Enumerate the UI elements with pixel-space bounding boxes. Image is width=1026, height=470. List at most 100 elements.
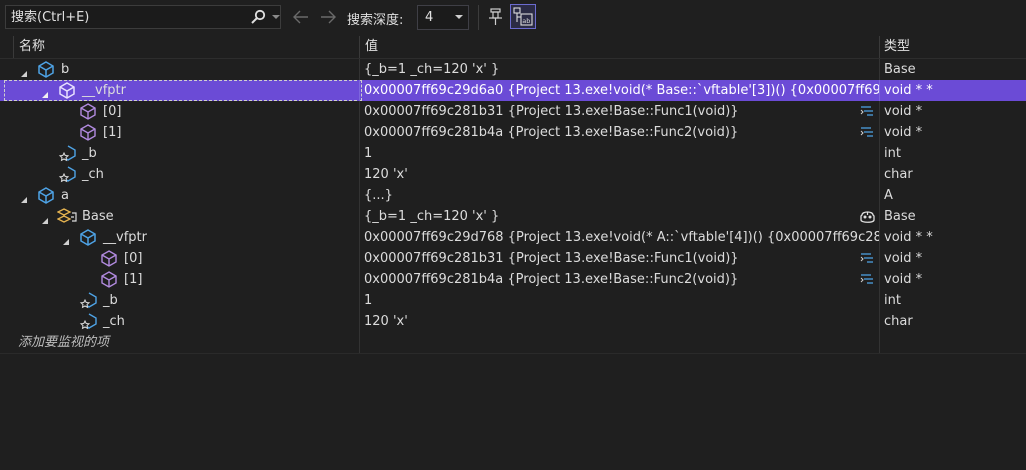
collapse-triangle-icon[interactable] bbox=[41, 212, 50, 224]
type-cell: void * bbox=[884, 251, 923, 266]
watch-row[interactable]: a {...} A bbox=[0, 185, 1026, 206]
hex-display-icon[interactable]: ab bbox=[510, 4, 536, 29]
view-visualizer-icon[interactable] bbox=[859, 125, 875, 140]
name-cell: __vfptr bbox=[4, 80, 362, 101]
row-name: b bbox=[61, 62, 70, 77]
column-header-value[interactable]: 值 bbox=[365, 36, 378, 58]
name-cell: [1] bbox=[0, 269, 359, 290]
value-cell[interactable]: 1 bbox=[360, 143, 879, 164]
field-icon bbox=[58, 145, 76, 162]
row-name: _b bbox=[103, 293, 118, 308]
watch-row[interactable]: [1] 0x00007ff69c281b4a {Project 13.exe!B… bbox=[0, 122, 1026, 143]
type-cell: void * * bbox=[884, 83, 933, 98]
value-cell[interactable]: 0x00007ff69c281b4a {Project 13.exe!Base:… bbox=[360, 269, 879, 290]
add-watch-row[interactable]: 添加要监视的项 bbox=[0, 332, 1026, 353]
watch-toolbar: 搜索深度: 4 ab bbox=[0, 0, 1026, 36]
value-cell[interactable]: 0x00007ff69c281b31 {Project 13.exe!Base:… bbox=[360, 248, 879, 269]
pin-icon[interactable] bbox=[485, 5, 507, 29]
search-depth-value: 4 bbox=[425, 10, 434, 25]
type-cell: void * bbox=[884, 104, 923, 119]
value-cell[interactable]: {_b=1 _ch=120 'x' } bbox=[360, 59, 879, 80]
arrow-left-icon[interactable] bbox=[291, 8, 311, 30]
value-cell[interactable]: 0x00007ff69c281b31 {Project 13.exe!Base:… bbox=[360, 101, 879, 122]
row-name: _ch bbox=[103, 314, 125, 329]
view-visualizer-icon[interactable] bbox=[859, 272, 875, 287]
row-name: a bbox=[61, 188, 69, 203]
row-name: [1] bbox=[103, 125, 122, 140]
value-cell[interactable]: 0x00007ff69c281b4a {Project 13.exe!Base:… bbox=[360, 122, 879, 143]
row-name: _ch bbox=[82, 167, 104, 182]
name-cell: b bbox=[0, 59, 359, 80]
type-cell: int bbox=[884, 146, 901, 161]
watch-row[interactable]: _ch 120 'x' char bbox=[0, 164, 1026, 185]
search-options-chevron-icon[interactable] bbox=[270, 10, 282, 24]
row-name: [0] bbox=[124, 251, 143, 266]
chevron-down-icon bbox=[454, 10, 464, 24]
name-cell: [0] bbox=[0, 248, 359, 269]
name-cell: _b bbox=[0, 143, 359, 164]
value-cell[interactable]: 0x00007ff69c29d768 {Project 13.exe!void(… bbox=[360, 227, 879, 248]
row-name: _b bbox=[82, 146, 97, 161]
collapse-triangle-icon[interactable] bbox=[20, 191, 29, 203]
row-name: __vfptr bbox=[103, 230, 147, 245]
type-cell: void * * bbox=[884, 230, 933, 245]
value-cell[interactable]: {_b=1 _ch=120 'x' } bbox=[360, 206, 879, 227]
column-header-type[interactable]: 类型 bbox=[884, 36, 910, 58]
value-cell[interactable]: {...} bbox=[360, 185, 879, 206]
type-cell: Base bbox=[884, 62, 916, 77]
watch-row[interactable]: [0] 0x00007ff69c281b31 {Project 13.exe!B… bbox=[0, 248, 1026, 269]
value-cell[interactable]: 120 'x' bbox=[360, 164, 879, 185]
element-cube-icon bbox=[100, 250, 118, 267]
watch-row[interactable]: [0] 0x00007ff69c281b31 {Project 13.exe!B… bbox=[0, 101, 1026, 122]
watch-row[interactable]: __vfptr 0x00007ff69c29d768 {Project 13.e… bbox=[0, 227, 1026, 248]
collapse-triangle-icon[interactable] bbox=[20, 65, 29, 77]
column-header-name[interactable]: 名称 bbox=[19, 36, 45, 58]
add-watch-input[interactable]: 添加要监视的项 bbox=[0, 332, 359, 353]
type-cell: A bbox=[884, 188, 893, 203]
type-cell: Base bbox=[884, 209, 916, 224]
add-watch-placeholder: 添加要监视的项 bbox=[18, 335, 110, 350]
arrow-right-icon[interactable] bbox=[318, 8, 338, 30]
object-cube-icon bbox=[37, 187, 55, 204]
search-box bbox=[5, 5, 281, 29]
collapse-triangle-icon[interactable] bbox=[62, 233, 71, 245]
cell-divider bbox=[359, 332, 360, 353]
row-name: [0] bbox=[103, 104, 122, 119]
watch-row[interactable]: _ch 120 'x' char bbox=[0, 311, 1026, 332]
grid-header: 名称 值 类型 bbox=[0, 36, 1026, 59]
watch-row[interactable]: _b 1 int bbox=[0, 143, 1026, 164]
row-name: [1] bbox=[124, 272, 143, 287]
element-cube-icon bbox=[79, 124, 97, 141]
svg-text:ab: ab bbox=[522, 17, 530, 25]
view-visualizer-icon[interactable] bbox=[859, 104, 875, 119]
toolbar-separator bbox=[478, 5, 479, 30]
field-icon bbox=[79, 313, 97, 330]
value-cell[interactable]: 120 'x' bbox=[360, 311, 879, 332]
watch-row[interactable]: _b 1 int bbox=[0, 290, 1026, 311]
watch-row-selected[interactable]: __vfptr 0x00007ff69c29d6a0 {Project 13.e… bbox=[0, 80, 1026, 101]
name-cell: [0] bbox=[0, 101, 359, 122]
value-cell[interactable]: 0x00007ff69c29d6a0 {Project 13.exe!void(… bbox=[360, 80, 879, 101]
search-depth-label: 搜索深度: bbox=[347, 13, 404, 28]
value-cell[interactable]: 1 bbox=[360, 290, 879, 311]
type-cell: char bbox=[884, 314, 913, 329]
name-cell: a bbox=[0, 185, 359, 206]
pointer-cube-icon bbox=[79, 229, 97, 246]
name-cell: Base bbox=[0, 206, 359, 227]
copilot-icon[interactable] bbox=[859, 209, 875, 224]
search-depth-select[interactable]: 4 bbox=[417, 5, 469, 30]
column-divider[interactable] bbox=[359, 36, 360, 58]
name-cell: _b bbox=[0, 290, 359, 311]
search-input[interactable] bbox=[6, 6, 241, 28]
type-cell: int bbox=[884, 293, 901, 308]
view-visualizer-icon[interactable] bbox=[859, 251, 875, 266]
column-divider[interactable] bbox=[879, 36, 880, 58]
cell-divider bbox=[879, 332, 880, 353]
field-icon bbox=[58, 166, 76, 183]
watch-row[interactable]: Base {_b=1 _ch=120 'x' } Base bbox=[0, 206, 1026, 227]
type-cell: void * bbox=[884, 272, 923, 287]
watch-row[interactable]: b {_b=1 _ch=120 'x' } Base bbox=[0, 59, 1026, 80]
watch-row[interactable]: [1] 0x00007ff69c281b4a {Project 13.exe!B… bbox=[0, 269, 1026, 290]
collapse-triangle-icon[interactable] bbox=[41, 86, 50, 98]
search-icon[interactable] bbox=[247, 8, 269, 26]
